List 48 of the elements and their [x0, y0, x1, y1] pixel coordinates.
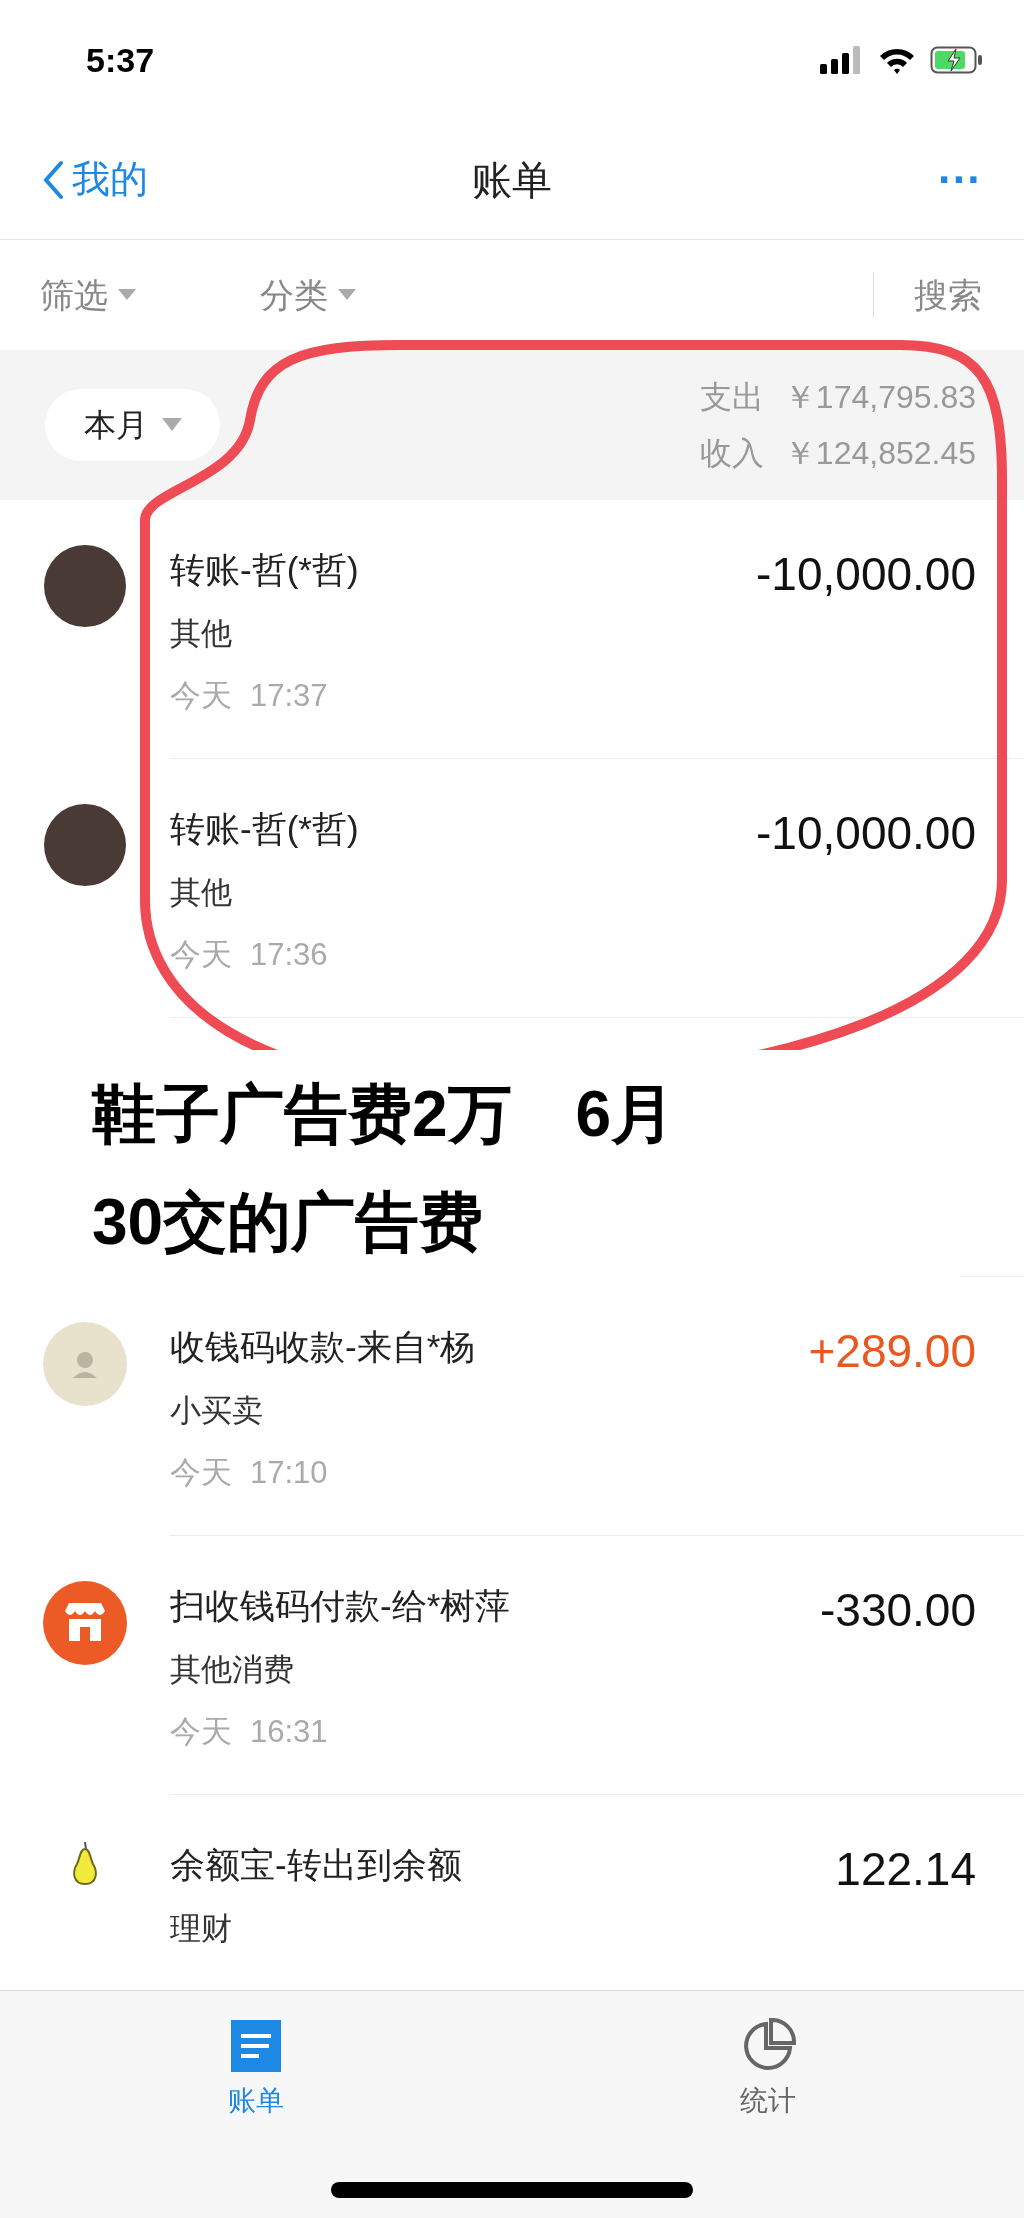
tab-button[interactable]: 账单	[0, 1991, 512, 2122]
transaction-amount: 122.14	[835, 1842, 976, 1897]
caret-down-icon	[118, 289, 136, 301]
transaction-title: 转账-哲(*哲)	[170, 808, 360, 850]
summary-label: 支出	[699, 378, 764, 417]
list-icon	[229, 2018, 283, 2074]
transaction-time: 16:31	[250, 1713, 328, 1751]
transaction-amount: -330.00	[820, 1583, 976, 1638]
annotation-text: 鞋子广告费2万 6月	[90, 1077, 677, 1152]
transaction-amount: -10,000.00	[756, 547, 976, 602]
transaction-time: 17:37	[250, 677, 328, 715]
battery-charging-icon	[930, 46, 984, 74]
transaction-date: 今天	[170, 1454, 232, 1492]
merchant-avatar-icon	[43, 1322, 127, 1406]
transaction-category: 其他消费	[170, 1651, 295, 1689]
transaction-category: 小买卖	[170, 1392, 264, 1430]
search-button[interactable]: 搜索	[914, 269, 982, 321]
status-time: 5:37	[86, 39, 155, 81]
transaction-title: 转账-哲(*哲)	[170, 549, 360, 591]
transaction-category: 理财	[170, 1910, 233, 1948]
chevron-left-icon	[42, 159, 64, 200]
filter-dropdown[interactable]: 分类	[260, 269, 460, 321]
back-button[interactable]: 我的	[42, 151, 148, 208]
transaction-date: 今天	[170, 936, 232, 974]
caret-down-icon	[338, 289, 356, 301]
month-dropdown[interactable]: 本月	[45, 389, 220, 461]
transaction-title: 扫收钱码付款-给*树萍	[170, 1585, 512, 1627]
transaction-title: 收钱码收款-来自*杨	[170, 1326, 477, 1368]
transaction-amount: -10,000.00	[756, 806, 976, 861]
page-title: 账单	[472, 156, 552, 204]
transaction-category: 其他	[170, 615, 233, 653]
store-icon	[43, 1581, 127, 1665]
summary-label: 收入	[699, 434, 764, 473]
caret-down-icon	[161, 418, 182, 432]
transaction-date: 今天	[170, 677, 232, 715]
summary-amount: ￥174,795.83	[783, 378, 976, 417]
filter-dropdown[interactable]: 筛选	[40, 269, 260, 321]
tab-button[interactable]: 统计	[512, 1991, 1024, 2122]
transaction-date: 今天	[170, 1713, 232, 1751]
transaction-category: 其他	[170, 874, 233, 912]
transaction-time: 17:10	[250, 1454, 328, 1492]
transaction-time: 17:36	[250, 936, 328, 974]
more-button[interactable]: ···	[938, 157, 982, 202]
summary-amount: ￥124,852.45	[783, 434, 976, 473]
annotation-text: 30交的广告费	[91, 1185, 485, 1260]
transaction-title: 余额宝-转出到余额	[170, 1844, 463, 1886]
transaction-amount: +289.00	[808, 1324, 976, 1379]
wifi-icon	[878, 46, 916, 74]
